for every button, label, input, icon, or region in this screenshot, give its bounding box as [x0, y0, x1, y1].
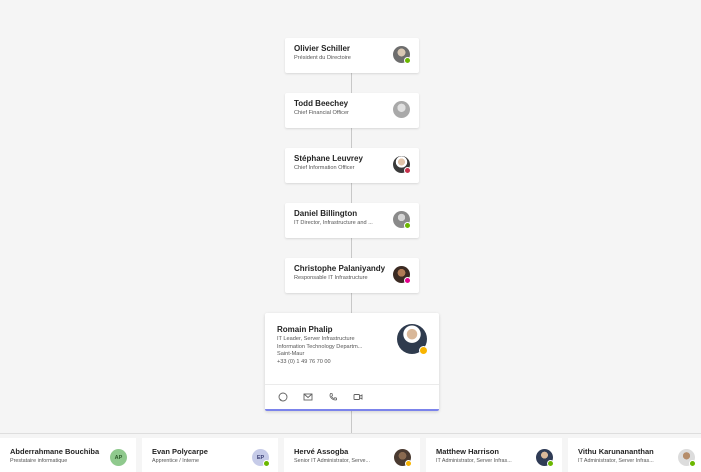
presence-available-icon	[404, 222, 411, 229]
connector-line	[351, 128, 352, 148]
presence-available-icon	[263, 460, 270, 467]
person-title: Apprentice / Interne	[152, 458, 200, 464]
avatar	[393, 266, 411, 284]
presence-away-icon	[419, 346, 428, 355]
phone-icon	[329, 393, 337, 401]
person-department: Information Technology Departm...	[277, 343, 363, 350]
org-card-stephane-leuvrey[interactable]: Stéphane Leuvrey Chief Information Offic…	[285, 148, 419, 183]
presence-available-icon	[547, 460, 554, 467]
direct-report-herve-assogba[interactable]: Hervé Assogba Senior IT Administrator, S…	[284, 438, 420, 472]
org-card-olivier-schiller[interactable]: Olivier Schiller Président du Directoire	[285, 38, 419, 73]
person-title: Prestataire informatique	[10, 458, 68, 464]
person-phone: +33 (0) 1 49 76 70 00	[277, 358, 331, 365]
presence-status-icon	[404, 277, 411, 284]
direct-report-abderrahmane-bouchiba[interactable]: Abderrahmane Bouchiba Prestataire inform…	[0, 438, 136, 472]
person-title: Chief Financial Officer	[294, 110, 349, 116]
presence-away-icon	[405, 460, 412, 467]
avatar	[393, 156, 411, 174]
avatar	[393, 101, 410, 118]
person-office: Saint-Maur	[277, 351, 305, 357]
person-title: Senior IT Administrator, Serve...	[294, 458, 370, 464]
contact-actions	[277, 391, 364, 403]
divider	[265, 384, 439, 385]
avatar	[397, 324, 428, 355]
person-title: IT Leader, Server Infrastructure	[277, 336, 355, 342]
avatar	[678, 449, 696, 467]
avatar	[393, 211, 411, 229]
avatar	[394, 449, 412, 467]
connector-line	[351, 73, 352, 93]
connector-line	[351, 411, 352, 433]
email-button[interactable]	[302, 391, 314, 403]
video-call-button[interactable]	[352, 391, 364, 403]
avatar	[536, 449, 554, 467]
person-title: Responsable IT Infrastructure	[294, 275, 368, 281]
direct-report-matthew-harrison[interactable]: Matthew Harrison IT Administrator, Serve…	[426, 438, 562, 472]
person-title: IT Director, Infrastructure and ...	[294, 220, 373, 226]
connector-line	[351, 238, 352, 258]
direct-report-evan-polycarpe[interactable]: Evan Polycarpe Apprentice / Interne EP	[142, 438, 278, 472]
avatar: EP	[252, 449, 270, 467]
person-title: Chief Information Officer	[294, 165, 355, 171]
selected-person-card[interactable]: Romain Phalip IT Leader, Server Infrastr…	[265, 313, 439, 411]
connector-line	[351, 293, 352, 313]
person-title: IT Administrator, Server Infras...	[436, 458, 512, 464]
chat-button[interactable]	[277, 391, 289, 403]
presence-available-icon	[404, 57, 411, 64]
reports-divider	[0, 433, 701, 434]
direct-report-vithu-karunananthan[interactable]: Vithu Karunananthan IT Administrator, Se…	[568, 438, 701, 472]
person-title: Président du Directoire	[294, 55, 351, 61]
org-card-todd-beechey[interactable]: Todd Beechey Chief Financial Officer	[285, 93, 419, 128]
person-name: Romain Phalip	[277, 325, 333, 334]
mail-icon	[303, 393, 313, 401]
call-button[interactable]	[327, 391, 339, 403]
person-title: IT Administrator, Server Infras...	[578, 458, 654, 464]
org-card-christophe-palaniyandy[interactable]: Christophe Palaniyandy Responsable IT In…	[285, 258, 419, 293]
presence-available-icon	[689, 460, 696, 467]
avatar	[393, 46, 411, 64]
presence-busy-icon	[404, 167, 411, 174]
video-icon	[353, 394, 363, 400]
chat-icon	[278, 392, 288, 402]
person-details: Romain Phalip IT Leader, Server Infrastr…	[277, 325, 397, 366]
avatar-initials: EP	[256, 454, 265, 461]
avatar: AP	[110, 449, 127, 466]
org-card-daniel-billington[interactable]: Daniel Billington IT Director, Infrastru…	[285, 203, 419, 238]
connector-line	[351, 183, 352, 203]
